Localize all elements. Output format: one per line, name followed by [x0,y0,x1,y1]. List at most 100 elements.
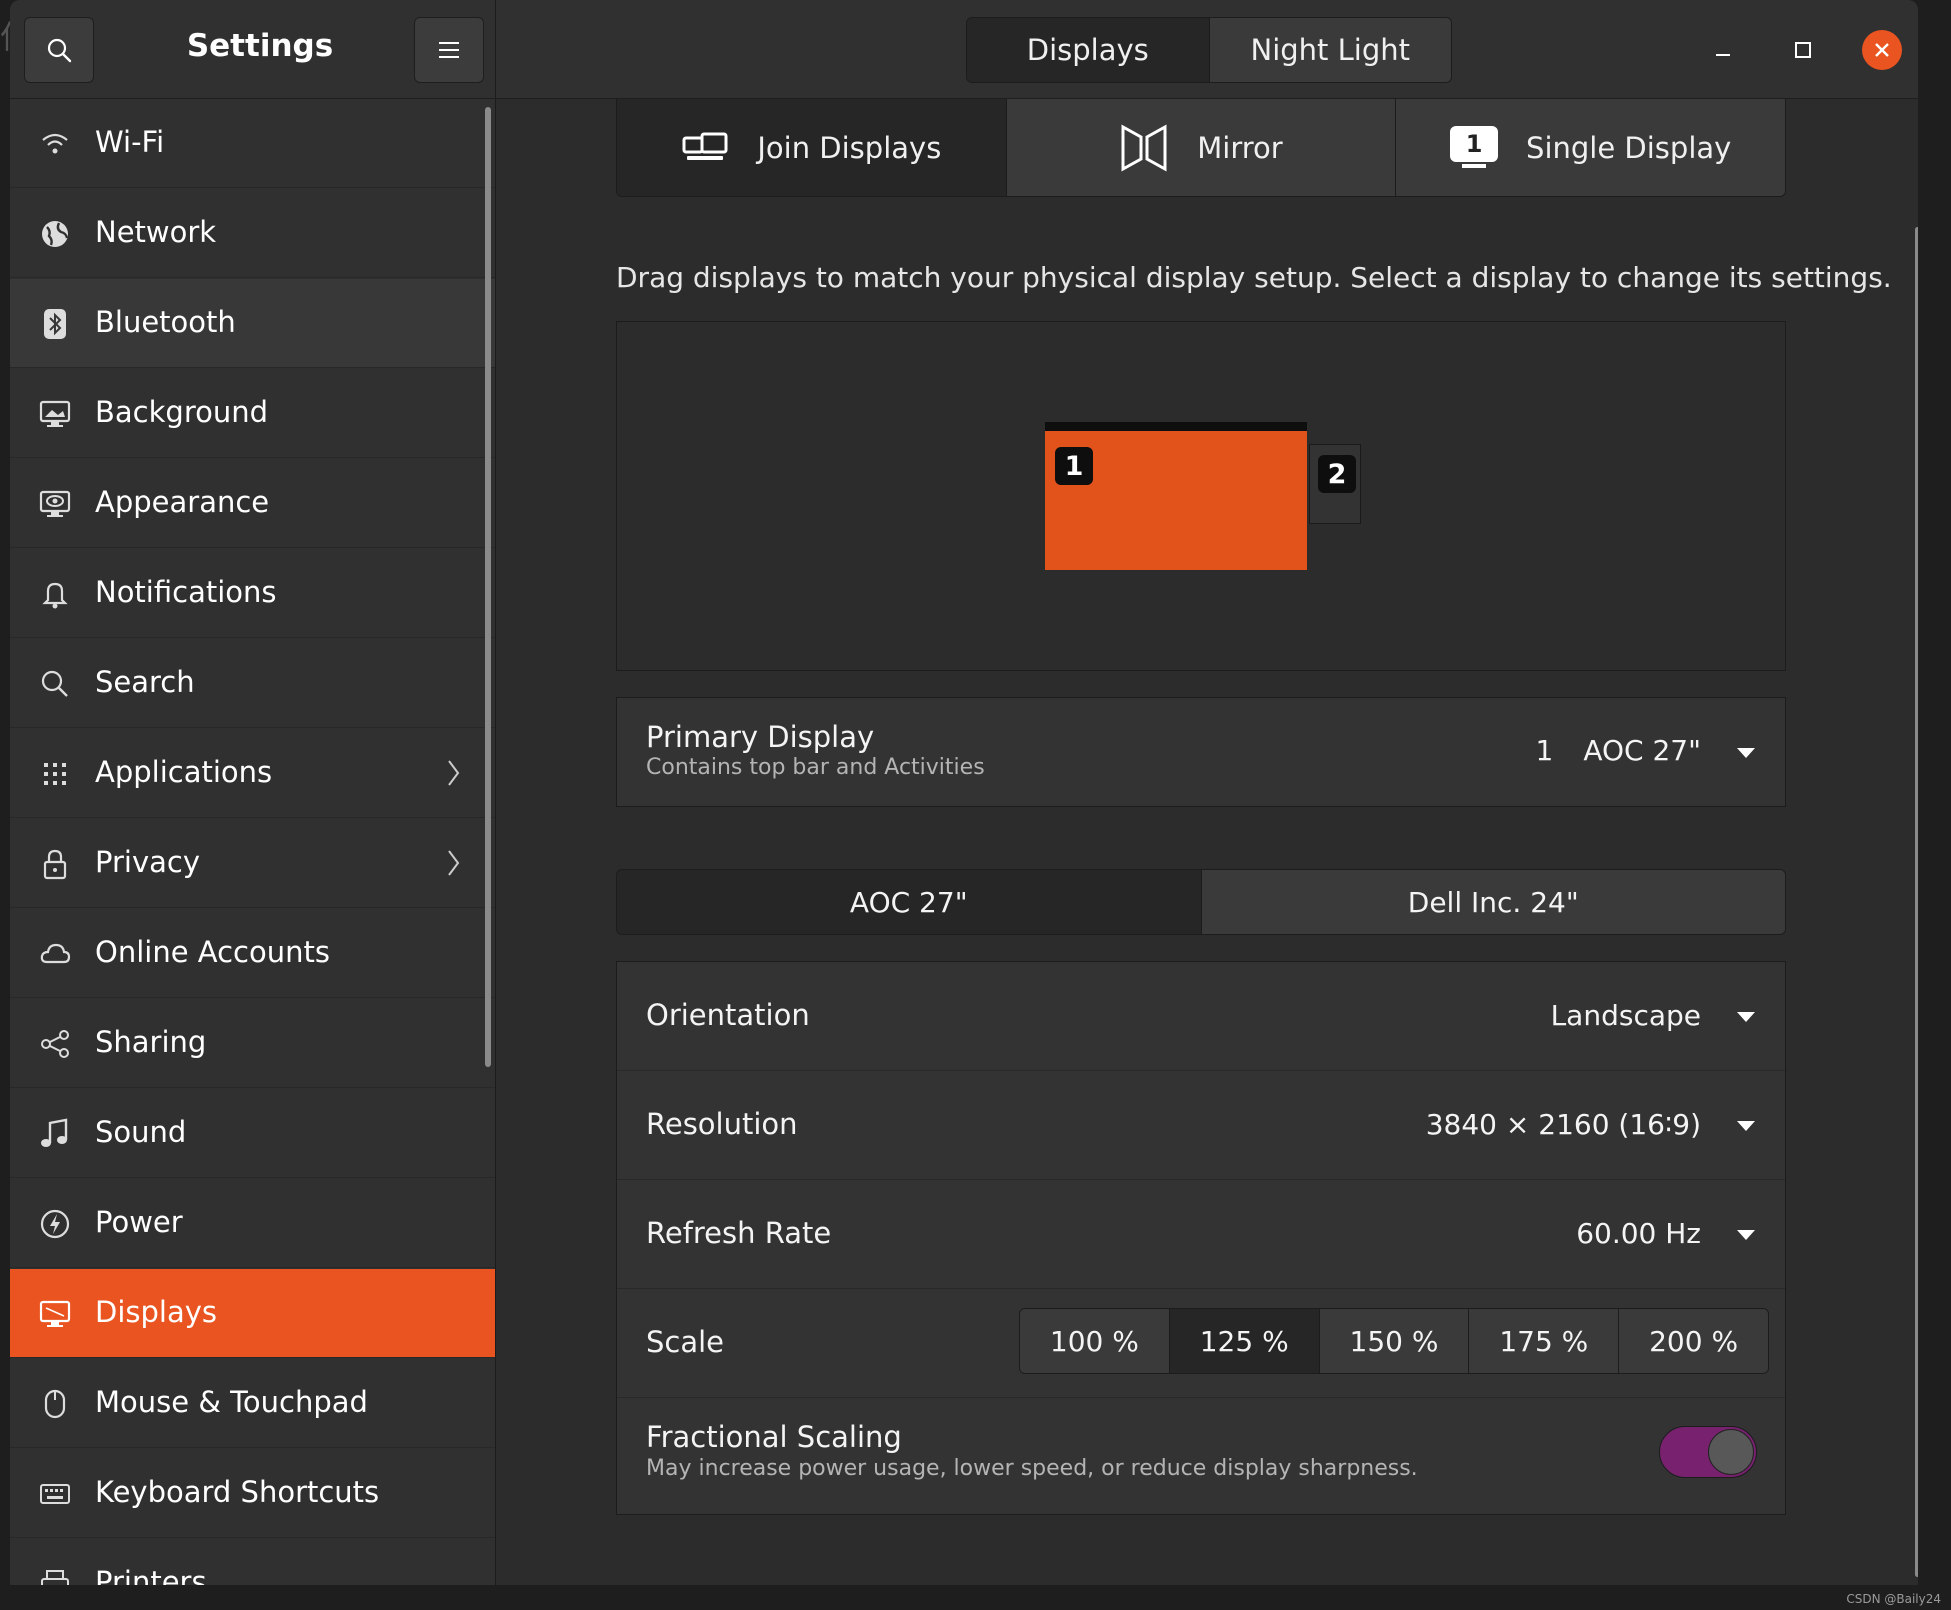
sidebar-item-label: Power [95,1205,183,1239]
tab-night-light[interactable]: Night Light [1208,18,1451,82]
chevron-right-icon [448,850,460,876]
sidebar-item-applications[interactable]: Applications [10,729,495,818]
sidebar-item-online-accounts[interactable]: Online Accounts [10,909,495,998]
refresh-rate-value: 60.00 Hz [1576,1217,1701,1250]
sidebar-header: Settings [10,0,496,98]
appearance-icon [38,487,72,521]
sidebar-item-appearance[interactable]: Appearance [10,459,495,548]
monitor-2[interactable]: 2 [1309,444,1361,524]
sidebar-item-search[interactable]: Search [10,639,495,728]
sidebar-item-bluetooth[interactable]: Bluetooth [10,279,495,368]
minimize-button[interactable] [1703,30,1743,70]
scale-option-125[interactable]: 125 % [1168,1309,1319,1373]
sidebar-item-label: Mouse & Touchpad [95,1385,368,1419]
sidebar-item-power[interactable]: Power [10,1179,495,1268]
primary-display-name: AOC 27" [1583,734,1701,767]
sidebar-item-background[interactable]: Background [10,369,495,458]
watermark: CSDN @Baily24 [1846,1592,1941,1606]
sidebar-item-mouse-touchpad[interactable]: Mouse & Touchpad [10,1359,495,1448]
background-icon [38,397,72,431]
orientation-row[interactable]: Orientation Landscape [617,962,1785,1071]
bluetooth-icon [38,307,72,341]
sidebar-item-notifications[interactable]: Notifications [10,549,495,638]
scale-selector: 100 % 125 % 150 % 175 % 200 % [1019,1308,1769,1374]
join-displays-button[interactable]: Join Displays [617,99,1006,196]
orientation-value: Landscape [1550,999,1701,1032]
resolution-value: 3840 × 2160 (16∶9) [1425,1108,1701,1141]
lock-icon [38,847,72,881]
bell-icon [38,577,72,611]
resolution-row[interactable]: Resolution 3840 × 2160 (16∶9) [617,1071,1785,1180]
monitor-1[interactable]: 1 [1045,422,1307,570]
monitor-tabs: AOC 27" Dell Inc. 24" [616,869,1786,935]
scale-label: Scale [646,1325,725,1359]
primary-display-row[interactable]: Primary Display Contains top bar and Act… [617,698,1785,806]
single-display-label: Single Display [1526,130,1732,165]
sidebar-item-label: Displays [95,1295,218,1329]
cloud-icon [38,937,72,971]
menu-button[interactable] [414,17,484,83]
fractional-scaling-title: Fractional Scaling [646,1420,902,1454]
chevron-down-icon [1737,1012,1755,1022]
single-display-button[interactable]: 1 Single Display [1395,99,1785,196]
tab-monitor-dell[interactable]: Dell Inc. 24" [1200,870,1785,934]
sidebar-item-keyboard-shortcuts[interactable]: Keyboard Shortcuts [10,1449,495,1538]
close-button[interactable] [1862,30,1902,70]
display-arrangement-area: 1 2 [616,321,1786,671]
chevron-down-icon [1737,748,1755,758]
mirror-button[interactable]: Mirror [1005,99,1396,196]
sidebar-item-printers[interactable]: Printers [10,1539,495,1585]
arrangement-instructions: Drag displays to match your physical dis… [616,261,1892,294]
share-icon [38,1027,72,1061]
maximize-button[interactable] [1783,30,1823,70]
mirror-label: Mirror [1197,130,1283,165]
sidebar-item-privacy[interactable]: Privacy [10,819,495,908]
sidebar-scrollbar[interactable] [485,107,491,1067]
search-button[interactable] [24,17,94,83]
keyboard-icon [38,1477,72,1511]
sidebar-item-label: Sound [95,1115,187,1149]
fractional-scaling-toggle[interactable] [1659,1426,1757,1478]
sidebar-item-label: Search [95,665,195,699]
scale-option-100[interactable]: 100 % [1020,1309,1169,1373]
sidebar-item-network[interactable]: Network [10,189,495,278]
chevron-down-icon [1737,1230,1755,1240]
primary-display-subtitle: Contains top bar and Activities [646,755,985,780]
sidebar-item-wifi[interactable]: Wi-Fi [10,99,495,188]
wifi-icon [38,127,72,161]
grid-icon [38,757,72,791]
sidebar-item-label: Appearance [95,485,270,519]
search-icon [47,38,72,63]
scale-option-150[interactable]: 150 % [1318,1309,1469,1373]
single-display-icon: 1 [1450,125,1499,170]
primary-display-title: Primary Display [646,720,875,754]
sidebar-item-displays[interactable]: Displays [10,1269,495,1358]
content-scrollbar[interactable] [1915,227,1918,1577]
settings-window: Settings Displays Night Light Wi-Fi Netw… [10,0,1918,1585]
toggle-knob [1708,1429,1754,1475]
network-icon [38,217,72,251]
tab-monitor-aoc[interactable]: AOC 27" [617,870,1201,934]
resolution-label: Resolution [646,1107,798,1141]
background-glyph: 亿 [0,12,10,58]
chevron-down-icon [1737,1121,1755,1131]
minimize-icon [1716,54,1730,56]
join-displays-icon [682,132,728,160]
sidebar-item-sharing[interactable]: Sharing [10,999,495,1088]
sidebar-item-label: Network [95,215,217,249]
fractional-scaling-row: Fractional Scaling May increase power us… [617,1398,1785,1514]
refresh-rate-row[interactable]: Refresh Rate 60.00 Hz [617,1180,1785,1289]
hamburger-icon [439,42,459,58]
scale-option-175[interactable]: 175 % [1468,1309,1619,1373]
power-icon [38,1207,72,1241]
window-title: Settings [186,28,334,64]
sidebar-item-label: Online Accounts [95,935,330,969]
mouse-icon [38,1387,72,1421]
tab-displays[interactable]: Displays [967,18,1209,82]
scale-option-200[interactable]: 200 % [1618,1309,1768,1373]
primary-display-number: 1 [1535,734,1554,767]
sidebar-item-sound[interactable]: Sound [10,1089,495,1178]
chevron-right-icon [448,760,460,786]
monitor-settings-panel: Orientation Landscape Resolution 3840 × … [616,961,1786,1515]
sidebar-item-label: Sharing [95,1025,207,1059]
